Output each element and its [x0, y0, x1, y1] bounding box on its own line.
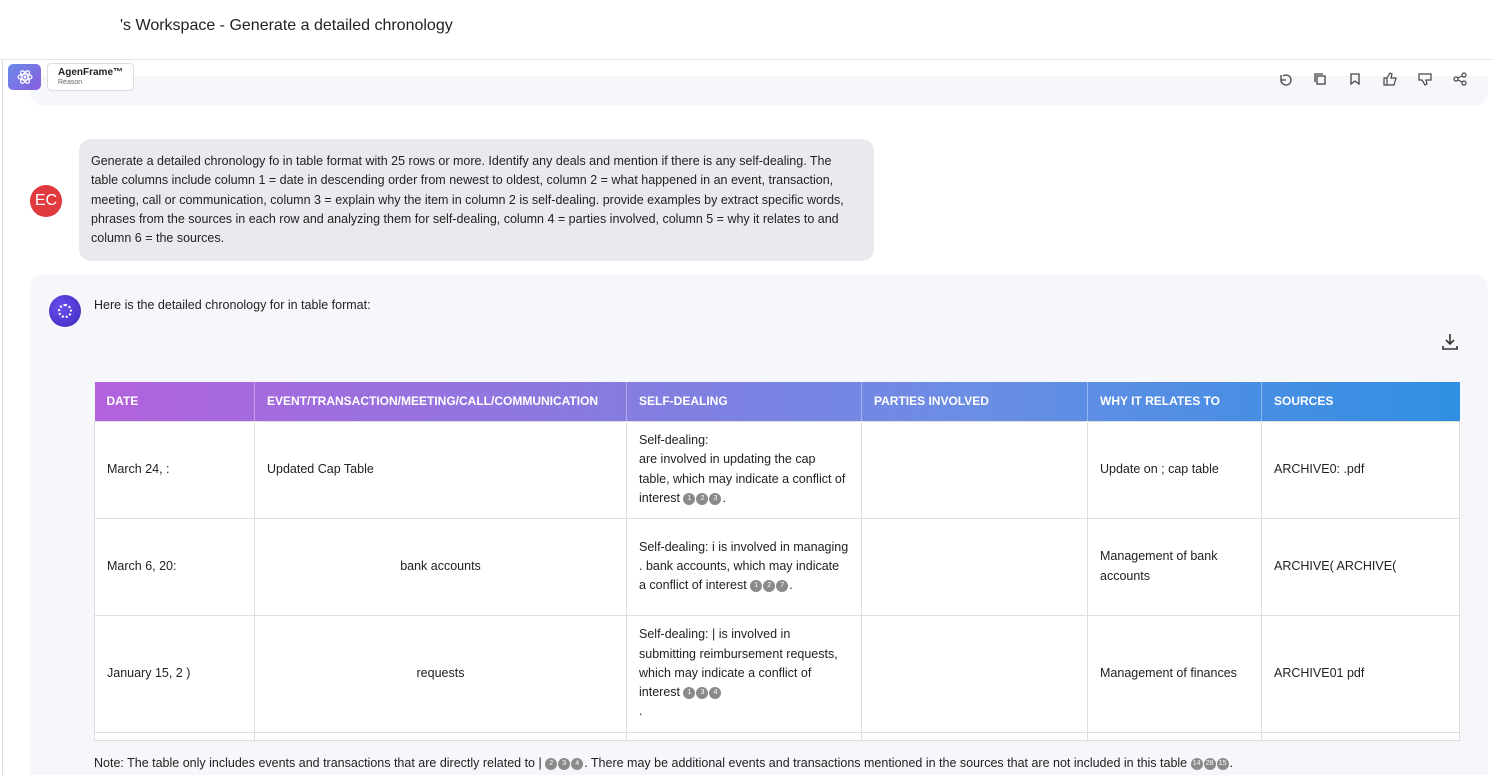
model-selector[interactable]: AgenFrame™ Reason	[8, 62, 138, 92]
table-row: January 15, 2 ) requests Self-dealing: |…	[94, 614, 1460, 733]
copy-icon[interactable]	[1311, 70, 1329, 88]
cell-empty	[1087, 731, 1262, 741]
cell-empty	[861, 731, 1088, 741]
column-header-sources[interactable]: SOURCES	[1262, 382, 1460, 421]
cell-sources[interactable]: ARCHIVE0: .pdf	[1261, 420, 1460, 519]
cell-self-dealing: Self-dealing: are involved in updating t…	[626, 420, 862, 519]
cell-date: January 15, 2 )	[94, 614, 255, 733]
atom-logo-icon	[8, 64, 41, 90]
self-dealing-label: Self-dealing:	[639, 539, 709, 554]
citation-badge[interactable]: 1	[683, 686, 696, 699]
citation-badge[interactable]: 4	[571, 757, 584, 770]
citation-badge[interactable]: 2	[763, 579, 776, 592]
model-name: AgenFrame™	[58, 67, 124, 78]
column-header-parties[interactable]: PARTIES INVOLVED	[861, 382, 1088, 421]
share-icon[interactable]	[1451, 70, 1469, 88]
cell-event: bank accounts	[254, 517, 627, 616]
self-dealing-label: Self-dealing:	[639, 432, 709, 447]
bookmark-icon[interactable]	[1346, 70, 1364, 88]
table-header-row: DATE EVENT/TRANSACTION/MEETING/CALL/COMM…	[94, 382, 1460, 421]
cell-self-dealing: Self-dealing: i is involved in managing …	[626, 517, 862, 616]
previous-message-panel	[30, 76, 1488, 105]
download-icon[interactable]	[1439, 331, 1461, 353]
assistant-avatar	[49, 295, 81, 327]
cell-event: requests	[254, 614, 627, 733]
cell-empty	[626, 731, 862, 741]
cell-why: Update on ; cap table	[1087, 420, 1262, 519]
table-row-partial	[94, 731, 1460, 741]
cell-empty	[1261, 731, 1460, 741]
cell-parties	[861, 420, 1088, 519]
citation-badge[interactable]: 2	[696, 492, 709, 505]
self-dealing-label: Self-dealing:	[639, 627, 709, 642]
rewind-icon[interactable]	[1276, 70, 1294, 88]
citation-badge[interactable]: 2	[545, 757, 558, 770]
table-note: Note: The table only includes events and…	[94, 756, 1233, 770]
model-mode: Reason	[58, 79, 83, 86]
sidebar-divider	[2, 60, 3, 775]
citation-badge[interactable]: 28	[1203, 757, 1216, 770]
cell-why: Management of finances	[1087, 614, 1262, 733]
citation-badge[interactable]: 3	[709, 492, 722, 505]
self-dealing-text: are involved in updating the cap table, …	[639, 452, 846, 505]
table-row: March 6, 20: bank accounts Self-dealing:…	[94, 517, 1460, 616]
cell-sources[interactable]: ARCHIVE( ARCHIVE(	[1261, 517, 1460, 616]
table-row: March 24, : Updated Cap Table Self-deali…	[94, 420, 1460, 519]
note-middle: . There may be additional events and tra…	[584, 756, 1188, 770]
cell-date: March 6, 20:	[94, 517, 255, 616]
column-header-self-dealing[interactable]: SELF-DEALING	[626, 382, 862, 421]
note-prefix: Note: The table only includes events and…	[94, 756, 542, 770]
citation-badge[interactable]: 7	[776, 579, 789, 592]
cell-self-dealing: Self-dealing: | is involved in submittin…	[626, 614, 862, 733]
citation-badge[interactable]: 3	[558, 757, 571, 770]
cell-date: March 24, :	[94, 420, 255, 519]
thumbs-down-icon[interactable]	[1416, 70, 1434, 88]
citation-badge[interactable]: 15	[1216, 757, 1229, 770]
citation-badge[interactable]: 4	[709, 686, 722, 699]
top-bar: 's Workspace - Generate a detailed chron…	[0, 0, 1493, 60]
message-action-bar	[1276, 70, 1469, 88]
citation-badge[interactable]: 1	[683, 492, 696, 505]
user-avatar: EC	[30, 185, 62, 217]
cell-sources[interactable]: ARCHIVE01 pdf	[1261, 614, 1460, 733]
column-header-why[interactable]: WHY IT RELATES TO	[1087, 382, 1262, 421]
cell-empty	[254, 731, 627, 741]
assistant-intro: Here is the detailed chronology for in t…	[94, 298, 371, 312]
cell-parties	[861, 614, 1088, 733]
note-suffix: .	[1229, 756, 1234, 770]
chronology-table: DATE EVENT/TRANSACTION/MEETING/CALL/COMM…	[94, 382, 1460, 741]
cell-why: Management of bank accounts	[1087, 517, 1262, 616]
cell-empty	[94, 731, 255, 741]
citation-badge[interactable]: 1	[750, 579, 763, 592]
thumbs-up-icon[interactable]	[1381, 70, 1399, 88]
column-header-event[interactable]: EVENT/TRANSACTION/MEETING/CALL/COMMUNICA…	[254, 382, 627, 421]
citation-badge[interactable]: 14	[1190, 757, 1203, 770]
model-card[interactable]: AgenFrame™ Reason	[47, 63, 134, 91]
cell-event: Updated Cap Table	[254, 420, 627, 519]
column-header-date[interactable]: DATE	[94, 382, 255, 421]
page-title: 's Workspace - Generate a detailed chron…	[120, 17, 453, 34]
citation-badge[interactable]: 3	[696, 686, 709, 699]
cell-parties	[861, 517, 1088, 616]
user-message: Generate a detailed chronology fo in tab…	[79, 139, 874, 261]
